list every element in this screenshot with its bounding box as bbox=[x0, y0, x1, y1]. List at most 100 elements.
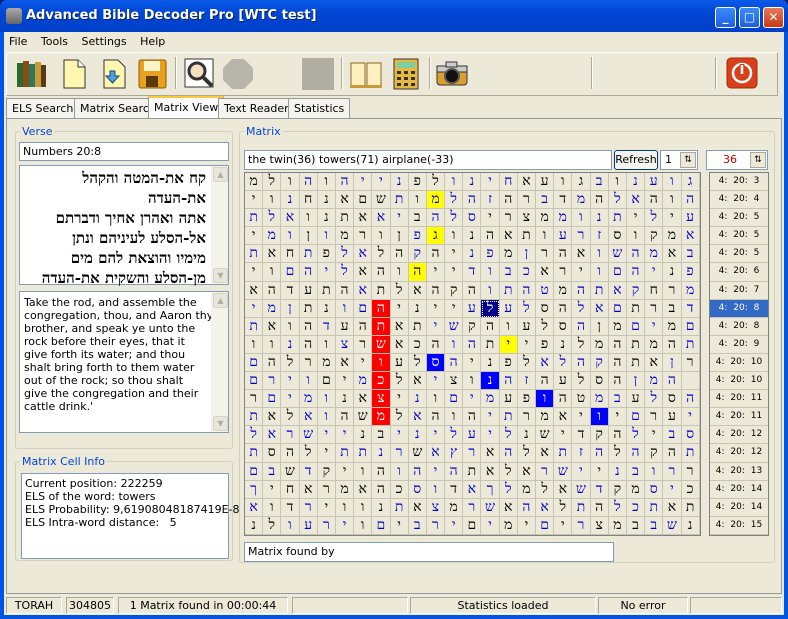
scroll-up-arrow[interactable]: ▲ bbox=[213, 293, 228, 308]
matrix-cell[interactable]: ה bbox=[608, 353, 627, 373]
matrix-cell[interactable]: ב bbox=[408, 209, 427, 228]
matrix-cell[interactable]: נ bbox=[554, 335, 573, 354]
matrix-cell[interactable]: י bbox=[445, 245, 464, 264]
matrix-cell[interactable]: ח bbox=[281, 245, 300, 264]
matrix-cell[interactable]: ש bbox=[372, 335, 391, 354]
matrix-cell[interactable]: פ bbox=[536, 335, 555, 354]
matrix-cell[interactable]: כ bbox=[390, 480, 409, 499]
matrix-cell[interactable]: ר bbox=[390, 444, 409, 463]
matrix-cell[interactable]: ע bbox=[499, 390, 518, 409]
matrix-cell[interactable]: י bbox=[263, 480, 282, 499]
matrix-cell[interactable]: י bbox=[645, 426, 664, 445]
matrix-cell[interactable]: ר bbox=[681, 353, 700, 373]
books-icon[interactable] bbox=[15, 57, 49, 91]
matrix-cell[interactable]: ת bbox=[245, 245, 264, 264]
matrix-cell[interactable]: ם bbox=[536, 516, 555, 535]
matrix-cell[interactable]: ו bbox=[481, 263, 500, 282]
tab-statistics[interactable]: Statistics bbox=[288, 98, 351, 118]
matrix-cell[interactable]: ב bbox=[663, 426, 682, 445]
matrix-cell[interactable]: מ bbox=[263, 299, 282, 318]
verse-ref-item[interactable]: 4: 20: 8 bbox=[710, 299, 768, 318]
matrix-cell[interactable]: י bbox=[426, 263, 446, 282]
matrix-cell[interactable]: א bbox=[608, 281, 627, 300]
matrix-cell[interactable]: ת bbox=[645, 498, 664, 517]
matrix-cell[interactable]: י bbox=[645, 263, 664, 282]
matrix-cell[interactable]: ר bbox=[463, 444, 482, 463]
search-magnifier-icon[interactable] bbox=[183, 57, 217, 91]
matrix-cell[interactable]: ה bbox=[590, 498, 609, 517]
matrix-cell[interactable]: מ bbox=[608, 317, 627, 336]
matrix-cell[interactable]: י bbox=[335, 462, 355, 481]
matrix-cell[interactable]: ם bbox=[626, 408, 646, 427]
matrix-cell[interactable]: צ bbox=[372, 390, 391, 409]
matrix-cell[interactable]: ש bbox=[663, 516, 682, 535]
matrix-cell[interactable]: נ bbox=[354, 426, 373, 445]
matrix-cell[interactable]: מ bbox=[536, 209, 555, 228]
matrix-cell[interactable]: ר bbox=[554, 263, 573, 282]
new-document-icon[interactable] bbox=[57, 57, 91, 91]
matrix-cell[interactable]: ו bbox=[263, 498, 282, 517]
matrix-cell[interactable]: פ bbox=[681, 263, 700, 282]
verse-ref-item[interactable]: 4: 20: 13 bbox=[710, 463, 768, 481]
matrix-cell[interactable]: מ bbox=[481, 390, 500, 409]
matrix-cell[interactable]: י bbox=[463, 353, 482, 373]
matrix-cell[interactable]: י bbox=[572, 263, 591, 282]
matrix-cell[interactable]: פ bbox=[499, 353, 518, 373]
matrix-cell[interactable]: ס bbox=[663, 390, 682, 409]
power-icon[interactable] bbox=[725, 56, 759, 90]
matrix-cell[interactable]: ן bbox=[590, 317, 609, 336]
matrix-cell[interactable]: י bbox=[481, 426, 500, 445]
matrix-cell[interactable]: נ bbox=[626, 173, 646, 192]
matrix-cell[interactable]: א bbox=[536, 498, 555, 517]
matrix-cell[interactable]: ר bbox=[663, 281, 682, 300]
matrix-cell[interactable]: ר bbox=[517, 408, 536, 427]
matrix-cell[interactable]: כ bbox=[626, 498, 646, 517]
matrix-cell[interactable]: ל bbox=[263, 173, 282, 192]
matrix-cell[interactable]: ח bbox=[281, 480, 300, 499]
matrix-cell[interactable]: ר bbox=[681, 462, 700, 481]
matrix-cell[interactable]: ר bbox=[263, 372, 282, 391]
matrix-cell[interactable]: ל bbox=[281, 408, 300, 427]
matrix-cell[interactable]: ת bbox=[335, 444, 355, 463]
matrix-cell[interactable]: י bbox=[590, 462, 609, 481]
matrix-cell[interactable]: נ bbox=[281, 191, 300, 210]
matrix-cell[interactable]: ם bbox=[608, 299, 627, 318]
matrix-cell[interactable]: ת bbox=[299, 245, 318, 264]
matrix-cell[interactable]: א bbox=[299, 480, 318, 499]
matrix-cell[interactable]: י bbox=[663, 209, 682, 228]
matrix-cell[interactable]: נ bbox=[463, 227, 482, 246]
matrix-cell[interactable]: א bbox=[536, 263, 555, 282]
matrix-cell[interactable]: ו bbox=[263, 191, 282, 210]
matrix-cell[interactable]: ד bbox=[317, 317, 336, 336]
matrix-cell[interactable]: א bbox=[517, 462, 536, 481]
matrix-cell[interactable]: ה bbox=[263, 281, 282, 300]
minimize-button[interactable]: _ bbox=[715, 7, 736, 28]
matrix-cell[interactable]: א bbox=[481, 462, 500, 481]
verse-ref-item[interactable]: 4: 20: 7 bbox=[710, 282, 768, 300]
matrix-cell[interactable]: ס bbox=[608, 227, 627, 246]
matrix-cell[interactable]: ג bbox=[681, 173, 700, 192]
verse-reference-field[interactable]: Numbers 20:8 bbox=[19, 142, 229, 161]
matrix-cell[interactable]: א bbox=[536, 353, 555, 373]
matrix-cell[interactable]: י bbox=[245, 299, 264, 318]
matrix-cell[interactable]: ר bbox=[572, 227, 591, 246]
matrix-cell[interactable]: ה bbox=[426, 209, 446, 228]
matrix-cell[interactable]: ה bbox=[681, 390, 700, 409]
matrix-cell[interactable]: ת bbox=[245, 408, 264, 427]
matrix-cell[interactable]: ע bbox=[299, 281, 318, 300]
matrix-cell[interactable]: ד bbox=[681, 299, 700, 318]
english-scrollbar[interactable]: ▲ ▼ bbox=[211, 292, 228, 432]
matrix-cell[interactable]: ו bbox=[390, 462, 409, 481]
matrix-cell[interactable]: ד bbox=[554, 191, 573, 210]
matrix-cell[interactable]: ה bbox=[608, 372, 627, 391]
matrix-cell[interactable]: י bbox=[426, 372, 446, 391]
matrix-cell[interactable]: י bbox=[390, 209, 409, 228]
matrix-cell[interactable]: י bbox=[572, 462, 591, 481]
matrix-cell[interactable]: ס bbox=[554, 317, 573, 336]
matrix-cell[interactable]: ו bbox=[335, 299, 355, 318]
matrix-cell[interactable]: ת bbox=[372, 281, 391, 300]
matrix-cell[interactable]: י bbox=[517, 516, 536, 535]
matrix-cell[interactable]: ו bbox=[536, 390, 555, 409]
matrix-cell[interactable]: י bbox=[372, 173, 391, 192]
matrix-cell[interactable]: א bbox=[354, 281, 373, 300]
